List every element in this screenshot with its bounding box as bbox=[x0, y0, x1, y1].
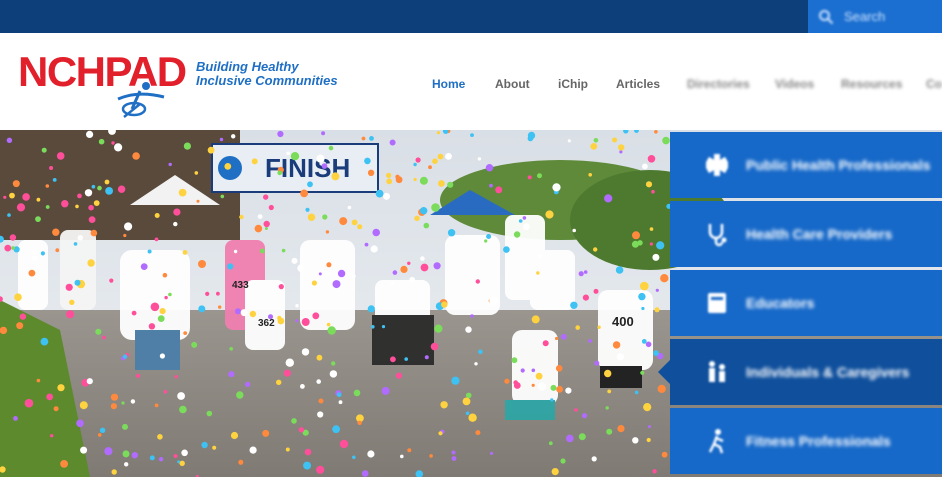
nav-home[interactable]: Home bbox=[432, 77, 495, 91]
tagline-line-2: Inclusive Communities bbox=[196, 73, 338, 88]
audience-menu: Public Health Professionals Health Care … bbox=[658, 130, 942, 477]
nav-directories[interactable]: Directories bbox=[687, 77, 775, 91]
tagline-line-1: Building Healthy bbox=[196, 59, 299, 74]
book-icon bbox=[708, 293, 726, 313]
nav-videos[interactable]: Videos bbox=[775, 77, 841, 91]
nav-resources[interactable]: Resources bbox=[841, 77, 926, 91]
tagline: Building Healthy Inclusive Communities bbox=[196, 60, 338, 88]
menu-fitness[interactable]: Fitness Professionals bbox=[670, 408, 942, 474]
bib-362: 362 bbox=[258, 318, 275, 329]
menu-educators[interactable]: Educators bbox=[670, 270, 942, 336]
top-bar: Search bbox=[0, 0, 942, 33]
caduceus-icon bbox=[705, 154, 729, 176]
people-icon bbox=[709, 361, 725, 382]
stethoscope-icon bbox=[708, 224, 727, 247]
menu-label-educators: Educators bbox=[746, 295, 815, 311]
logo-figure-icon bbox=[117, 82, 165, 118]
search-box[interactable]: Search bbox=[808, 0, 942, 33]
site-header: NCHPAD Building Healthy Inclusive Commun… bbox=[0, 33, 942, 130]
runner-icon bbox=[708, 429, 724, 454]
main-nav: Home About iChip Articles Directories Vi… bbox=[432, 77, 942, 91]
active-arrow bbox=[658, 360, 670, 384]
search-placeholder[interactable]: Search bbox=[844, 9, 885, 24]
bib-433: 433 bbox=[232, 280, 249, 291]
menu-label-individuals: Individuals & Caregivers bbox=[746, 364, 910, 380]
nav-more[interactable]: Co bbox=[926, 77, 942, 91]
search-icon bbox=[819, 9, 834, 24]
menu-label-health-care: Health Care Providers bbox=[746, 226, 893, 242]
nav-about[interactable]: About bbox=[495, 77, 558, 91]
logo[interactable]: NCHPAD bbox=[18, 51, 188, 121]
menu-label-public-health: Public Health Professionals bbox=[746, 157, 931, 173]
nav-articles[interactable]: Articles bbox=[616, 77, 687, 91]
finish-banner: FINISH bbox=[211, 143, 379, 193]
menu-public-health[interactable]: Public Health Professionals bbox=[670, 132, 942, 198]
menu-health-care[interactable]: Health Care Providers bbox=[670, 201, 942, 267]
nav-ichip[interactable]: iChip bbox=[558, 77, 616, 91]
bib-400: 400 bbox=[612, 314, 634, 329]
menu-individuals[interactable]: Individuals & Caregivers bbox=[658, 339, 942, 405]
menu-label-fitness: Fitness Professionals bbox=[746, 433, 891, 449]
